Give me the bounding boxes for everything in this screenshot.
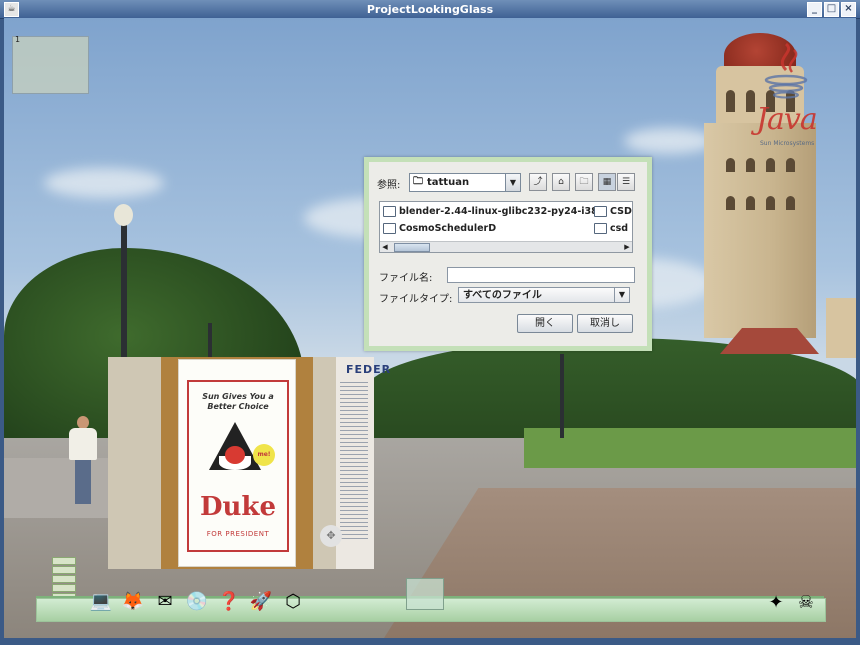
file-type-combo[interactable]: すべてのファイル ▼ [458,287,630,303]
list-item[interactable]: CosmoSchedulerD [383,223,496,234]
poster-headline: Sun Gives You a Better Choice [202,392,274,411]
look-in-combo[interactable]: 🗀 tattuan ▼ [409,173,521,192]
open-button[interactable]: 開く [517,314,573,333]
maximize-button[interactable]: □ [824,2,839,17]
duke-poster: Sun Gives You a Better Choice me! Duke F… [178,359,296,567]
lamp-globe [114,204,133,226]
horizontal-scrollbar[interactable]: ◀ ▶ [380,241,632,252]
taskbar-window-thumbnail[interactable] [406,578,444,610]
list-item[interactable]: blender-2.44-linux-glibc232-py24-i386 [383,206,604,217]
lawn [524,428,856,468]
lamp-post [121,223,127,363]
chevron-down-icon[interactable]: ▼ [505,174,520,191]
cd-icon[interactable]: 💿 [184,588,210,614]
folder-icon [594,223,607,234]
file-type-label: ファイルタイプ: [379,294,453,305]
app-launcher-icon[interactable]: ✦ [764,590,788,614]
dock: 💻 🦊 ✉ 💿 ❓ 🚀 ⬡ [88,588,306,614]
laptop-icon[interactable]: 💻 [88,588,114,614]
poster-badge: me! [253,444,275,466]
minimize-button[interactable]: _ [807,2,822,17]
java-logo: Java Sun Microsystems [756,40,826,150]
new-folder-icon[interactable]: 🗀 [575,173,593,191]
pedestrian [66,416,100,506]
list-item[interactable]: csd [594,223,628,234]
workspace-switcher[interactable] [52,556,76,601]
look-in-label: 参照: [377,180,401,191]
file-chooser-dialog: 参照: 🗀 tattuan ▼ ⤴ ⌂ 🗀 ▦ ☰ blender-2.44-l… [364,157,652,351]
look-in-value: tattuan [427,177,470,188]
cloud [44,168,164,198]
cube-side-label: FEDER [346,363,392,376]
close-button[interactable]: × [841,2,856,17]
home-icon[interactable]: ⌂ [552,173,570,191]
jolly-roger-icon[interactable]: ☠ [794,590,818,614]
duke-nose [225,446,245,464]
folder-icon [383,223,396,234]
lamp-post [560,354,564,438]
poster-subtitle: FOR PRESIDENT [206,530,270,538]
desktop-scene: Java Sun Microsystems 1 Sun Gives You a … [4,18,856,638]
folder-icon [383,206,396,217]
cube-icon[interactable]: ⬡ [280,588,306,614]
hoover-tower [704,123,816,338]
firefox-icon[interactable]: 🦊 [120,588,146,614]
cloud [624,128,714,154]
building [826,298,856,358]
scroll-left-icon[interactable]: ◀ [380,242,390,252]
window-title: ProjectLookingGlass [366,2,494,16]
java-logo-text: Java [756,102,818,137]
mail-icon[interactable]: ✉ [152,588,178,614]
folder-icon: 🗀 [413,176,423,187]
list-item[interactable]: CSD [594,206,632,217]
file-name-field[interactable] [447,267,635,283]
virtual-desktop-pager[interactable]: 1 [12,35,89,94]
java-cup-icon [764,42,808,99]
app-icon[interactable]: ☕ [4,2,19,17]
up-folder-icon[interactable]: ⤴ [529,173,547,191]
chevron-down-icon[interactable]: ▼ [614,288,629,302]
file-name-label: ファイル名: [379,273,433,284]
help-icon[interactable]: ❓ [216,588,242,614]
document-lines [340,379,368,539]
system-tray: ✦ ☠ [764,590,818,614]
list-view-icon[interactable]: ▦ [598,173,616,191]
file-list[interactable]: blender-2.44-linux-glibc232-py24-i386 CS… [379,201,633,253]
rocket-icon[interactable]: 🚀 [248,588,274,614]
pager-label: 1 [15,35,21,44]
details-view-icon[interactable]: ☰ [617,173,635,191]
scrollbar-thumb[interactable] [394,243,430,252]
file-type-value: すべてのファイル [463,290,542,301]
move-handle-icon[interactable]: ✥ [320,525,342,547]
scroll-right-icon[interactable]: ▶ [622,242,632,252]
java-logo-subtext: Sun Microsystems [760,140,815,147]
cancel-button[interactable]: 取消し [577,314,633,333]
title-bar: ☕ ProjectLookingGlass _ □ × [0,0,860,19]
folder-icon [594,206,607,217]
poster-name: Duke [199,492,276,522]
